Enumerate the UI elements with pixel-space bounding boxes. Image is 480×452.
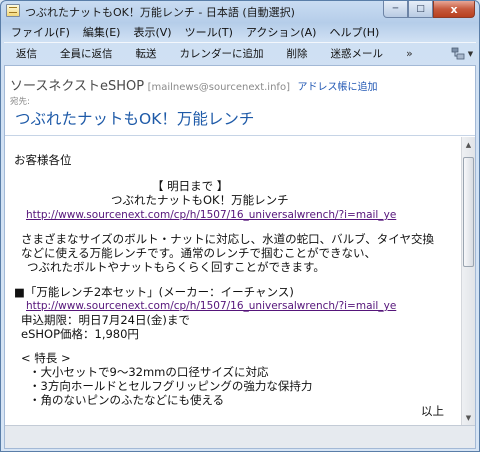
mail-window: つぶれたナットもOK！万能レンチ - 日本語 (自動選択) ─ □ x ファイル… [0,0,480,452]
promo-headline: つぶれたナットもOK！万能レンチ [111,193,289,207]
add-to-contacts-link[interactable]: アドレス帳に追加 [297,82,377,93]
price-text: eSHOP価格：1,980円 [21,327,139,341]
scroll-down-arrow-icon[interactable]: ▼ [462,411,475,424]
vertical-scrollbar[interactable]: ▲ ▼ [461,137,475,425]
sender-name[interactable]: ソースネクストeSHOP [10,79,144,94]
chevron-down-icon: ▼ [467,49,474,58]
rules-icon [451,47,465,60]
menu-bar: ファイル(F) 編集(E) 表示(V) ツール(T) アクション(A) ヘルプ(… [4,22,476,41]
close-button[interactable]: x [433,1,475,18]
message-view: ソースネクストeSHOP [mailnews@sourcenext.info] … [4,65,476,449]
menu-view[interactable]: 表示(V) [126,24,177,40]
rules-menu-button[interactable]: ▼ [451,47,473,60]
menu-actions[interactable]: アクション(A) [239,24,323,40]
reply-all-button[interactable]: 全員に返信 [48,46,124,61]
sender-address: [mailnews@sourcenext.info] [147,82,290,93]
description-line-2: などに使える万能レンチです。通常のレンチで掴むことができない、 [21,246,377,260]
maximize-button[interactable]: □ [408,1,433,18]
feature-item: ・大小セットで9～32mmの口径サイズに対応 [29,365,269,379]
closing-text: 以上 [421,404,444,418]
product-line: ■「万能レンチ2本セット」(メーカー：イーチャンス) [14,285,294,299]
deadline-text: 申込期限：明日7月24日(金)まで [21,313,190,327]
scrollbar-thumb[interactable] [463,157,474,267]
feature-item: ・角のないピンのふたなどにも使える [29,393,225,407]
delete-button[interactable]: 削除 [275,46,319,61]
to-label: 宛先: [10,97,30,107]
mail-app-icon [6,4,20,17]
greeting-text: お客様各位 [14,153,72,167]
scroll-up-arrow-icon[interactable]: ▲ [462,138,475,151]
menu-help[interactable]: ヘルプ(H) [322,24,385,40]
forward-button[interactable]: 転送 [124,46,168,61]
sender-line: ソースネクストeSHOP [mailnews@sourcenext.info] … [10,75,377,94]
product-link-2[interactable]: http://www.sourcenext.com/cp/h/1507/16_u… [26,300,396,313]
message-body[interactable]: お客様各位 【 明日まで 】 つぶれたナットもOK！万能レンチ http://w… [5,137,475,425]
reply-button[interactable]: 返信 [4,46,48,61]
menu-edit[interactable]: 編集(E) [76,24,127,40]
minimize-button[interactable]: ─ [383,1,408,18]
add-to-calendar-button[interactable]: カレンダーに追加 [168,46,275,61]
window-controls: ─ □ x [383,1,475,18]
junk-mail-button[interactable]: 迷惑メール [319,46,395,61]
status-bar [5,425,475,448]
message-header: ソースネクストeSHOP [mailnews@sourcenext.info] … [5,66,475,136]
description-line-3: つぶれたボルトやナットもらくらく回すことができます。 [27,260,325,274]
message-subject: つぶれたナットもOK！万能レンチ [15,110,255,128]
toolbar-overflow-chevron[interactable]: » [406,47,413,60]
promo-tag: 【 明日まで 】 [152,179,229,193]
title-bar[interactable]: つぶれたナットもOK！万能レンチ - 日本語 (自動選択) ─ □ x [1,1,479,21]
description-line-1: さまざまなサイズのボルト・ナットに対応し、水道の蛇口、バルブ、タイヤ交換 [21,232,434,246]
window-title: つぶれたナットもOK！万能レンチ - 日本語 (自動選択) [25,6,295,19]
product-link[interactable]: http://www.sourcenext.com/cp/h/1507/16_u… [26,209,396,222]
toolbar: 返信 全員に返信 転送 カレンダーに追加 削除 迷惑メール » ▼ ? ▼ [4,42,476,64]
feature-item: ・3方向ホールドとセルフグリッピングの強力な保持力 [29,379,313,393]
features-title: < 特長 > [21,351,71,365]
menu-tools[interactable]: ツール(T) [178,24,239,40]
menu-file[interactable]: ファイル(F) [4,24,76,40]
